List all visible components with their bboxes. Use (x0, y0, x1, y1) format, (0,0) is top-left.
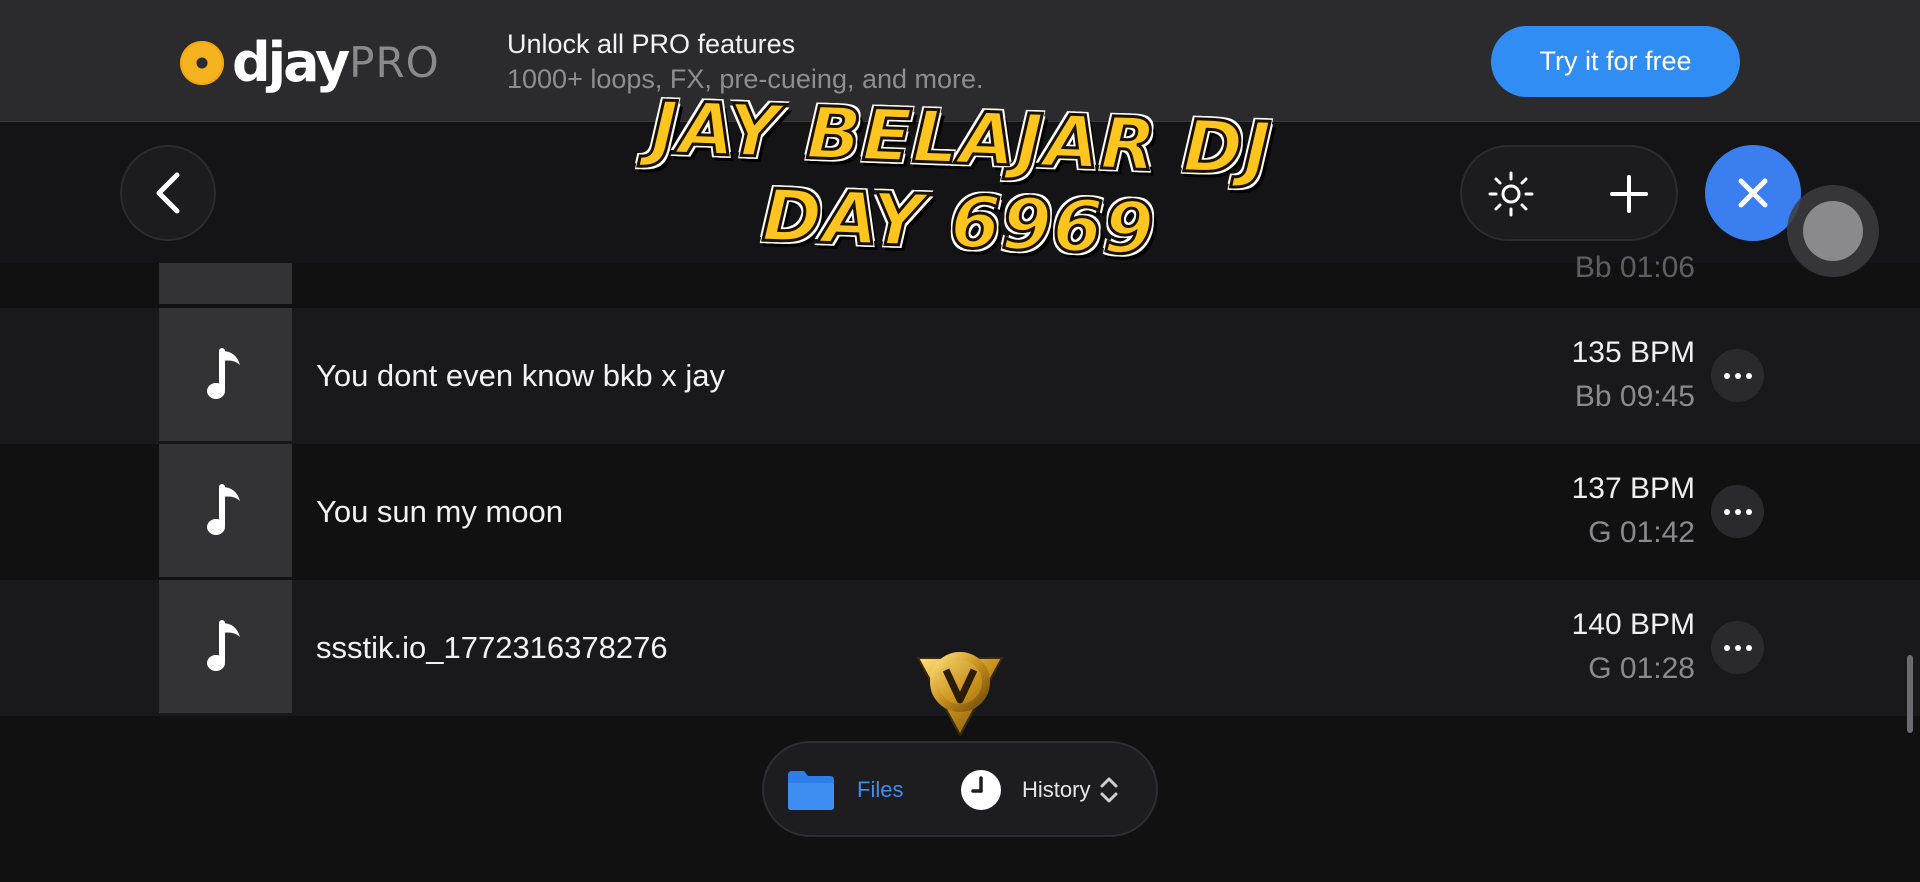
track-title: ssstik.io_1772316378276 (316, 630, 668, 665)
track-title: You sun my moon (316, 494, 564, 529)
track-thumbnail (159, 308, 292, 441)
track-bpm: 137 BPM (1571, 472, 1695, 505)
more-options-button[interactable] (1711, 485, 1764, 538)
bottom-tab-bar: Files History (762, 741, 1158, 837)
vinyl-disc-icon (180, 41, 224, 85)
tab-history[interactable]: History (960, 766, 1120, 814)
toolbar-pill (1460, 145, 1678, 241)
music-note-icon (206, 483, 240, 535)
list-item[interactable]: You dont even know bkb x jay 135 BPM Bb … (0, 308, 1920, 444)
tab-files[interactable]: Files (786, 766, 903, 814)
djay-pro-logo: djay PRO (180, 31, 440, 94)
track-thumbnail (159, 263, 292, 304)
folder-icon (788, 771, 834, 810)
overlay-caption: JAY BELAJAR DJ DAY 6969 (557, 82, 1362, 278)
try-for-free-button[interactable]: Try it for free (1491, 26, 1740, 97)
chevron-left-icon (156, 172, 180, 214)
plus-icon[interactable] (1608, 173, 1650, 215)
music-note-icon (206, 619, 240, 671)
track-key-time: Bb 01:06 (1574, 251, 1695, 284)
more-options-button[interactable] (1711, 621, 1764, 674)
ellipsis-icon (1723, 508, 1730, 515)
clock-icon (961, 770, 1001, 810)
ellipsis-icon (1723, 372, 1730, 379)
back-button[interactable] (120, 145, 216, 241)
more-options-button[interactable] (1711, 349, 1764, 402)
close-icon (1738, 178, 1768, 208)
tab-files-label: Files (857, 777, 904, 802)
logo-word: djay (232, 31, 350, 94)
list-item[interactable]: You sun my moon 137 BPM G 01:42 (0, 444, 1920, 580)
ellipsis-icon (1723, 644, 1730, 651)
track-key-time: G 01:28 (1588, 652, 1695, 685)
track-key-time: Bb 09:45 (1574, 380, 1695, 413)
track-thumbnail (159, 580, 292, 713)
track-key-time: G 01:42 (1588, 516, 1695, 549)
sort-chevrons-icon[interactable] (1098, 774, 1120, 806)
logo-pro: PRO (349, 38, 440, 87)
track-title: You dont even know bkb x jay (316, 358, 726, 393)
music-note-icon (206, 347, 240, 399)
list-item-partial[interactable]: Bb 01:06 (0, 251, 1920, 304)
sun-icon[interactable] (1488, 171, 1534, 217)
track-thumbnail (159, 444, 292, 577)
scrollbar[interactable] (1907, 655, 1913, 733)
tab-history-label: History (1022, 777, 1091, 802)
track-bpm: 140 BPM (1571, 608, 1695, 641)
track-bpm: 135 BPM (1571, 336, 1695, 369)
gold-emblem-icon (916, 652, 1004, 738)
promo-title: Unlock all PRO features (507, 29, 796, 59)
assistive-touch-inner (1803, 201, 1863, 261)
